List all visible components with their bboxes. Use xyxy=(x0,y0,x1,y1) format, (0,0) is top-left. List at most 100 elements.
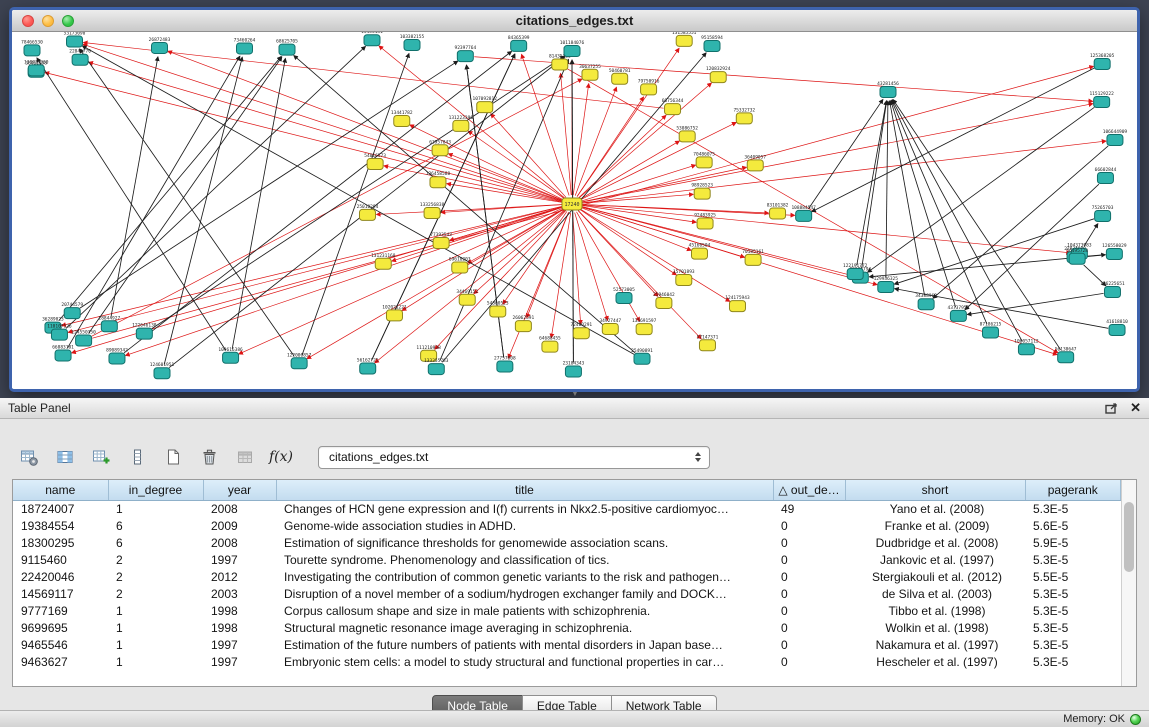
column-header-pagerank[interactable]: pagerank xyxy=(1025,480,1121,500)
graph-node[interactable]: 60756344 xyxy=(662,98,684,115)
table-source-dropdown[interactable]: citations_edges.txt xyxy=(318,446,710,469)
graph-node[interactable]: 69610203 xyxy=(449,257,471,274)
panel-splitter-handle[interactable]: ▼ xyxy=(567,392,583,399)
graph-node[interactable]: 25946042 xyxy=(653,292,675,309)
graph-node[interactable]: 115129222 xyxy=(1089,91,1114,108)
graph-node[interactable]: 23184343 xyxy=(563,361,585,378)
graph-node[interactable]: 73460264 xyxy=(234,37,256,54)
close-panel-icon[interactable]: ✕ xyxy=(1130,402,1141,414)
graph-node[interactable]: 68625705 xyxy=(276,39,298,56)
graph-node[interactable]: 15701893 xyxy=(673,269,695,286)
network-canvas[interactable]: 8143512130637255504607817975091660756344… xyxy=(12,32,1137,388)
function-builder-button[interactable]: f(x) xyxy=(268,445,294,469)
graph-node[interactable]: 124175943 xyxy=(725,295,750,312)
graph-node[interactable]: 89089342 xyxy=(106,347,128,364)
graph-node[interactable]: 98928523 xyxy=(691,183,713,200)
graph-node[interactable]: 136458588 xyxy=(426,171,451,188)
delete-button[interactable] xyxy=(196,445,222,469)
graph-node[interactable]: 126225651 xyxy=(1100,281,1125,298)
table-settings-button[interactable] xyxy=(16,445,42,469)
table-row[interactable]: 1830029562008Estimation of significance … xyxy=(13,534,1121,551)
graph-node[interactable]: 56495728 xyxy=(1066,248,1088,265)
graph-node[interactable]: 26872483 xyxy=(149,37,171,54)
graph-node[interactable]: 54016573 xyxy=(364,153,386,170)
graph-node[interactable]: 30637255 xyxy=(579,64,601,80)
graph-node[interactable]: 63957843 xyxy=(429,139,451,156)
table-row[interactable]: 1456911722003Disruption of a novel membe… xyxy=(13,585,1121,602)
graph-node[interactable]: 103382155 xyxy=(400,34,425,51)
graph-node[interactable]: 41618810 xyxy=(1106,319,1128,336)
graph-node[interactable]: 107092812 xyxy=(473,96,498,113)
graph-node[interactable]: 77393543 xyxy=(430,232,452,249)
column-header-short[interactable]: short xyxy=(845,480,1025,500)
graph-node[interactable]: 75265703 xyxy=(1092,205,1114,222)
graph-hub-node[interactable]: 17240 xyxy=(562,198,582,210)
table-add-button[interactable] xyxy=(88,445,114,469)
graph-node[interactable]: 26062591 xyxy=(513,315,535,332)
column-header-year[interactable]: year xyxy=(203,480,276,500)
graph-node[interactable]: 25010294 xyxy=(357,204,379,221)
graph-node[interactable]: 45166504 xyxy=(689,243,711,260)
graph-node[interactable]: 20744579 xyxy=(61,302,83,319)
new-file-button[interactable] xyxy=(160,445,186,469)
column-view-button[interactable] xyxy=(124,445,150,469)
graph-node[interactable]: 54300523 xyxy=(487,300,509,317)
graph-node[interactable]: 122000857 xyxy=(287,352,312,369)
graph-node[interactable]: 15453131 xyxy=(361,32,383,46)
graph-node[interactable]: 100057112 xyxy=(1014,338,1039,355)
graph-node[interactable]: 57147371 xyxy=(697,334,719,351)
graph-node[interactable]: 27757008 xyxy=(494,355,516,372)
graph-node[interactable]: 83101382 xyxy=(767,202,789,219)
graph-node[interactable]: 70486075 xyxy=(693,151,715,168)
network-graph-svg[interactable]: 8143512130637255504607817975091660756344… xyxy=(12,32,1137,388)
graph-node[interactable]: 34927447 xyxy=(599,318,621,335)
graph-node[interactable]: 122646130 xyxy=(132,323,157,340)
close-window-button[interactable] xyxy=(22,15,34,27)
graph-node[interactable]: 75332732 xyxy=(733,107,755,124)
graph-node[interactable]: 66602844 xyxy=(1095,167,1117,184)
graph-node[interactable]: 120832924 xyxy=(706,66,731,83)
graph-node[interactable]: 52573005 xyxy=(613,287,635,304)
graph-node[interactable]: 43737955 xyxy=(948,305,970,322)
graph-node[interactable]: 34388962 xyxy=(915,293,937,310)
graph-node[interactable]: 92397764 xyxy=(454,45,476,62)
table-row[interactable]: 2242004622012Investigating the contribut… xyxy=(13,568,1121,585)
graph-node[interactable]: 56162725 xyxy=(357,358,379,375)
column-header-title[interactable]: title xyxy=(276,480,773,500)
graph-node[interactable]: 66883181 xyxy=(52,344,74,361)
graph-node[interactable]: 64688455 xyxy=(539,336,561,353)
table-row[interactable]: 911546021997Tourette syndrome. Phenomeno… xyxy=(13,551,1121,568)
table-row[interactable]: 946554611997Estimation of the future num… xyxy=(13,636,1121,653)
graph-node[interactable]: 79750916 xyxy=(638,78,660,95)
graph-node[interactable]: 34469152 xyxy=(456,289,478,306)
graph-node[interactable]: 70185161 xyxy=(742,249,764,265)
graph-node[interactable]: 109616386 xyxy=(218,347,243,364)
graph-node[interactable]: 131223396 xyxy=(449,115,474,131)
scrollbar-thumb[interactable] xyxy=(1124,502,1134,572)
graph-node[interactable]: 124601951 xyxy=(150,362,175,379)
graph-node[interactable]: 87186215 xyxy=(980,321,1002,338)
graph-node[interactable]: 124550350 xyxy=(71,330,96,347)
graph-node[interactable]: 133256838 xyxy=(420,202,445,219)
graph-node[interactable]: 92483925 xyxy=(694,213,716,230)
table-scrollbar[interactable] xyxy=(1121,480,1136,686)
graph-node[interactable]: 102021221 xyxy=(382,304,407,321)
graph-node[interactable]: 95158594 xyxy=(701,35,723,52)
column-header-name[interactable]: name xyxy=(13,480,108,500)
graph-node[interactable]: 53086752 xyxy=(676,125,698,142)
column-header-out_degree[interactable]: △ out_de… xyxy=(773,480,845,500)
graph-node[interactable]: 131585551 xyxy=(672,32,697,46)
graph-node[interactable]: 135691597 xyxy=(632,318,657,335)
graph-node[interactable]: 106644909 xyxy=(1103,129,1128,146)
minimize-window-button[interactable] xyxy=(42,15,54,27)
graph-node[interactable]: 72400291 xyxy=(570,322,592,339)
graph-node[interactable]: 108884547 xyxy=(791,205,816,222)
table-row[interactable]: 1938455462009Genome-wide association stu… xyxy=(13,517,1121,534)
graph-node[interactable]: 22844770 xyxy=(69,49,91,66)
graph-node[interactable]: 125368205 xyxy=(1090,53,1115,70)
graph-node[interactable]: 126558029 xyxy=(1102,243,1127,260)
graph-node[interactable]: 53173090 xyxy=(64,32,86,47)
graph-node[interactable]: 56138647 xyxy=(1055,346,1077,363)
graph-node[interactable]: 28844927 xyxy=(98,315,120,332)
float-panel-icon[interactable] xyxy=(1105,403,1118,414)
